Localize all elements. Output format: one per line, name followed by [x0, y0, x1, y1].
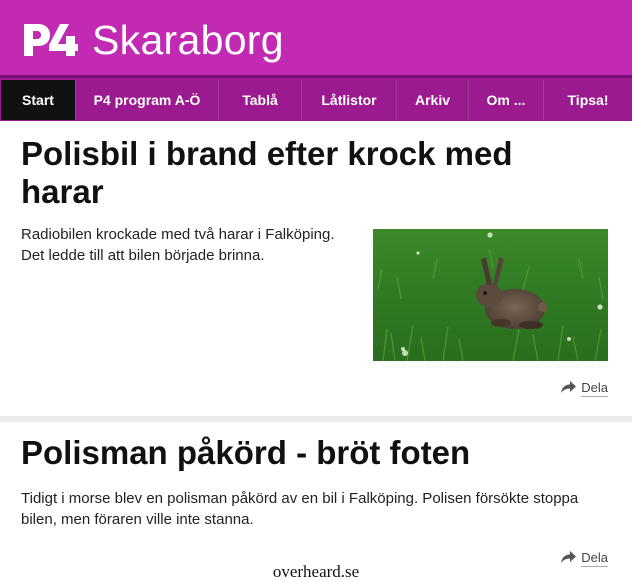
main-navigation: Start P4 program A-Ö Tablå Låtlistor Ark… — [0, 75, 632, 121]
article-image[interactable] — [373, 229, 608, 361]
nav-item-program[interactable]: P4 program A-Ö — [76, 80, 219, 120]
article-card: Polisbil i brand efter krock med harar R… — [0, 121, 632, 418]
nav-item-start[interactable]: Start — [1, 80, 76, 120]
nav-item-tipsa[interactable]: Tipsa! — [544, 80, 632, 120]
article-lead: Radiobilen krockade med två harar i Falk… — [21, 226, 335, 264]
share-button[interactable]: Dela — [561, 380, 608, 397]
article-headline[interactable]: Polisbil i brand efter krock med harar — [21, 135, 581, 211]
site-header: Skaraborg — [0, 0, 632, 75]
watermark: overheard.se — [272, 562, 360, 581]
nav-item-tabla[interactable]: Tablå — [219, 80, 302, 120]
article-lead: Tidigt i morse blev en polisman påkörd a… — [21, 490, 579, 528]
article-card: Polisman påkörd - bröt foten Tidigt i mo… — [0, 422, 632, 582]
nav-item-om[interactable]: Om ... — [469, 80, 544, 120]
article-headline[interactable]: Polisman påkörd - bröt foten — [21, 434, 621, 472]
share-label: Dela — [581, 380, 608, 397]
share-arrow-icon — [561, 381, 577, 396]
nav-item-arkiv[interactable]: Arkiv — [397, 80, 469, 120]
channel-name: Skaraborg — [92, 16, 284, 63]
nav-item-latlistor[interactable]: Låtlistor — [302, 80, 397, 120]
p4-logo-mark — [22, 22, 78, 58]
site-logo[interactable]: Skaraborg — [22, 16, 284, 64]
